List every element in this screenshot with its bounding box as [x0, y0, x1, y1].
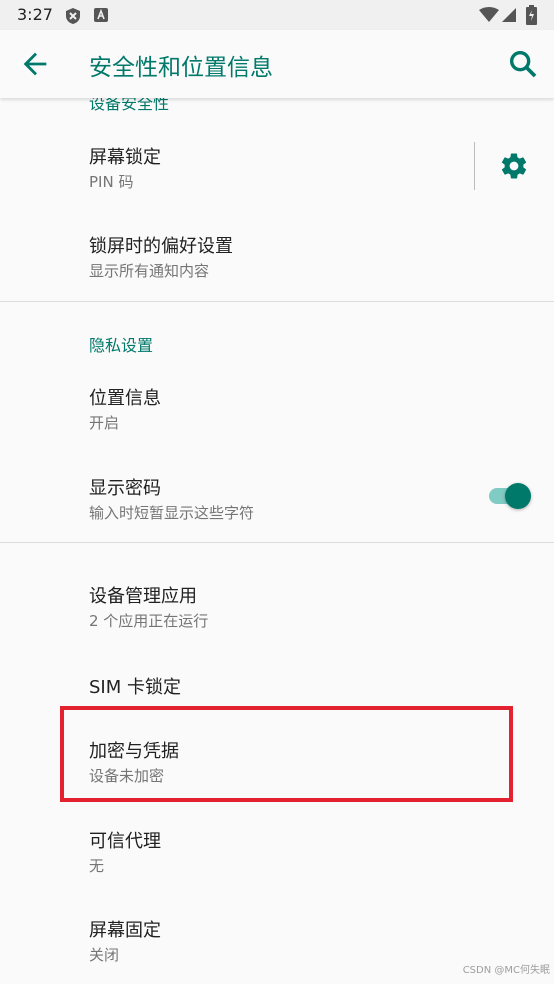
x-circle-icon	[66, 8, 80, 24]
section-header-device-security: 设备安全性	[89, 98, 170, 113]
back-arrow-icon[interactable]	[18, 47, 52, 81]
setting-subtitle: 输入时短暂显示这些字符	[89, 504, 255, 522]
setting-title: 屏幕固定	[89, 920, 161, 941]
setting-screen-lock[interactable]: 屏幕锁定 PIN 码	[0, 130, 554, 218]
battery-icon	[526, 5, 537, 25]
section-header-privacy: 隐私设置	[89, 336, 154, 355]
section-divider	[0, 301, 554, 302]
setting-title: 屏幕锁定	[89, 147, 161, 168]
settings-list: 设备安全性 屏幕锁定 PIN 码 锁屏时的偏好设置 显示所有通知内容 隐私设置 …	[0, 98, 554, 984]
setting-show-passwords[interactable]: 显示密码 输入时短暂显示这些字符	[0, 460, 554, 540]
section-divider	[0, 542, 554, 543]
setting-subtitle: 显示所有通知内容	[89, 262, 210, 280]
show-passwords-toggle[interactable]	[487, 482, 531, 510]
watermark: CSDN @MC何失眠	[462, 965, 550, 976]
setting-trust-agents[interactable]: 可信代理 无	[0, 812, 554, 900]
status-bar: 3:27	[0, 0, 554, 30]
setting-subtitle: 2 个应用正在运行	[89, 612, 209, 630]
highlight-annotation	[60, 706, 513, 802]
wifi-icon	[479, 7, 499, 22]
signal-icon	[502, 8, 516, 22]
setting-location[interactable]: 位置信息 开启	[0, 370, 554, 458]
vertical-divider	[474, 142, 475, 190]
status-time: 3:27	[17, 5, 53, 24]
setting-subtitle: 开启	[89, 414, 120, 432]
gear-icon[interactable]	[499, 151, 529, 181]
app-bar: 安全性和位置信息	[0, 30, 554, 98]
setting-title: 设备管理应用	[89, 586, 197, 607]
a-box-icon	[94, 8, 108, 22]
setting-title: 锁屏时的偏好设置	[89, 236, 233, 257]
setting-title: 显示密码	[89, 478, 161, 499]
toggle-thumb	[505, 483, 531, 509]
setting-lock-screen-preferences[interactable]: 锁屏时的偏好设置 显示所有通知内容	[0, 218, 554, 300]
setting-title: 位置信息	[89, 388, 161, 409]
setting-device-admin-apps[interactable]: 设备管理应用 2 个应用正在运行	[0, 568, 554, 656]
page-title: 安全性和位置信息	[89, 55, 273, 81]
setting-title: SIM 卡锁定	[89, 677, 181, 698]
setting-subtitle: 无	[89, 857, 105, 875]
setting-subtitle: PIN 码	[89, 173, 134, 191]
setting-title: 可信代理	[89, 831, 161, 852]
search-icon[interactable]	[506, 47, 540, 81]
setting-subtitle: 关闭	[89, 946, 120, 964]
